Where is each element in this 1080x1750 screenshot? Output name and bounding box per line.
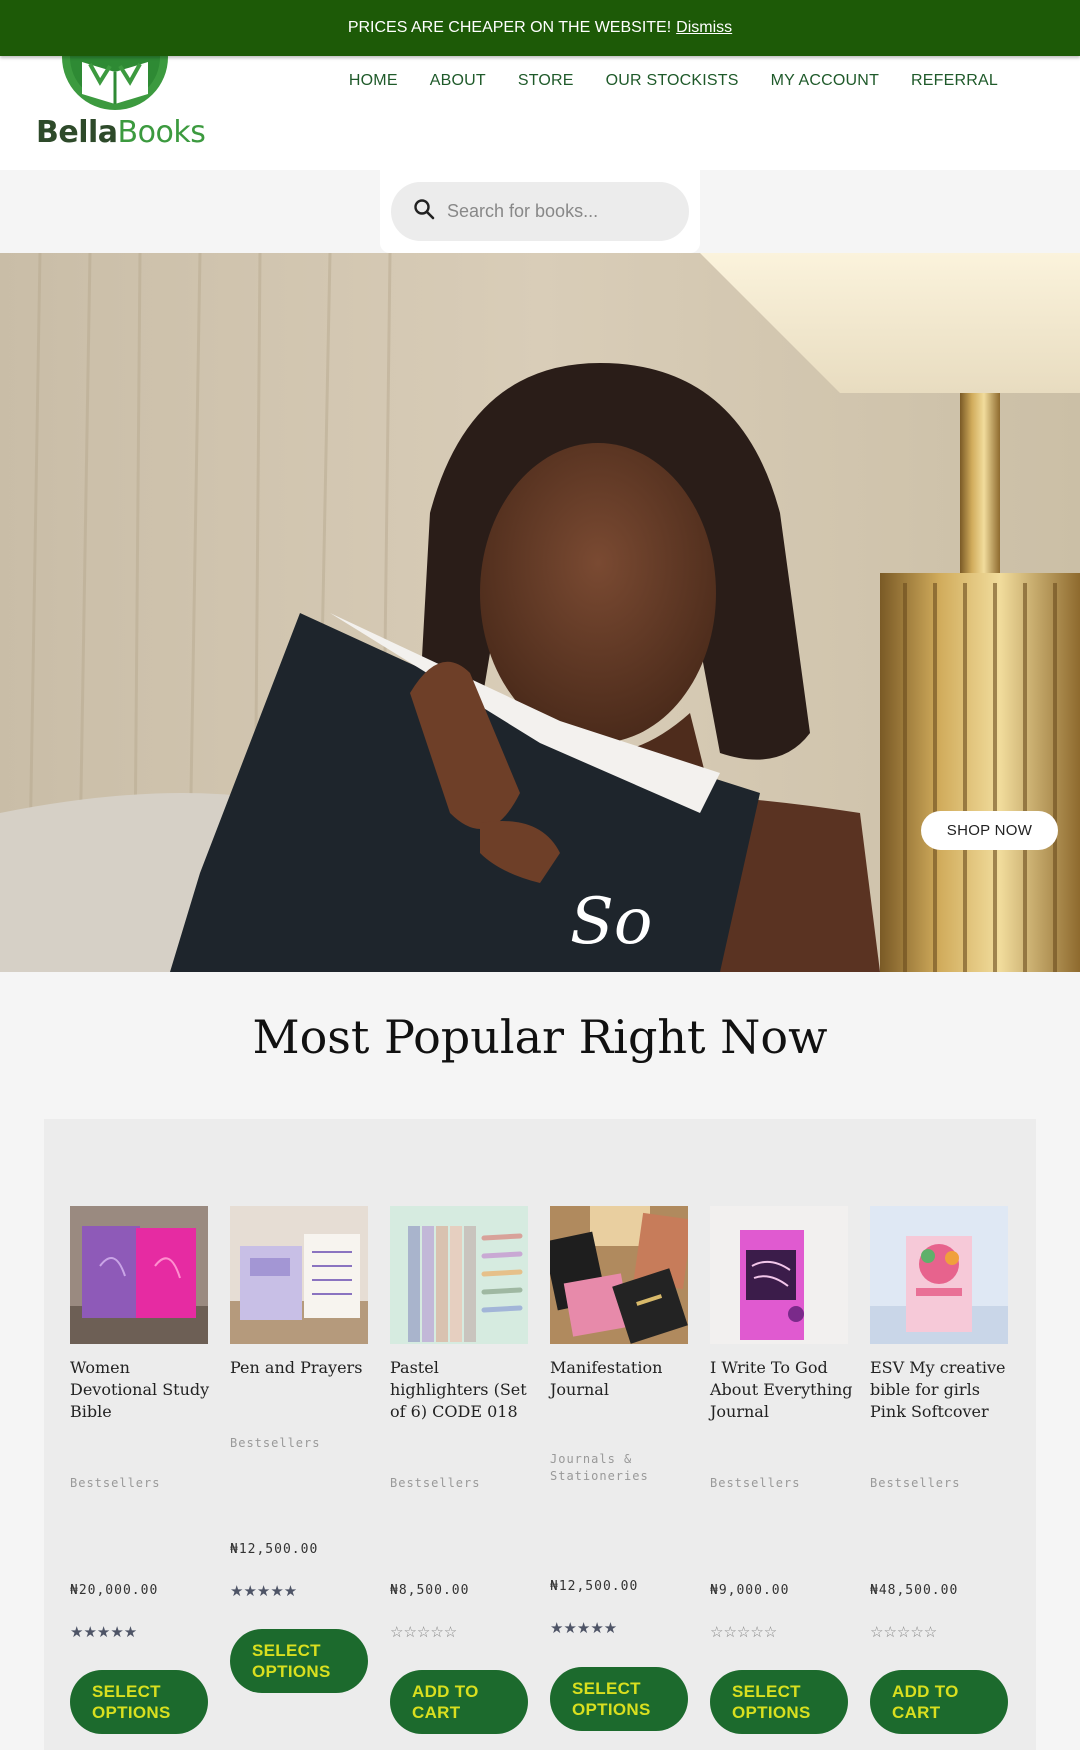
star-rating: ☆☆☆☆☆ (710, 1624, 778, 1641)
section-title: Most Popular Right Now (252, 1010, 828, 1064)
product-category[interactable]: Bestsellers (870, 1475, 1020, 1492)
product-name[interactable]: Pastel highlighters (Set of 6) CODE 018 (390, 1357, 540, 1423)
main-nav: HOME ABOUT STORE OUR STOCKISTS MY ACCOUN… (333, 72, 1014, 90)
nav-store[interactable]: STORE (502, 72, 590, 90)
add-to-cart-button[interactable]: ADD TO CART (390, 1670, 528, 1734)
brand-name-part2: Books (117, 115, 206, 150)
product-category[interactable]: Bestsellers (390, 1475, 540, 1492)
notice-bar: PRICES ARE CHEAPER ON THE WEBSITE! Dismi… (0, 0, 1080, 56)
search-container (380, 170, 700, 253)
site-logo[interactable]: BellaBooks (36, 42, 206, 162)
nav-referral[interactable]: REFERRAL (895, 72, 1014, 90)
product-name[interactable]: ESV My creative bible for girls Pink Sof… (870, 1357, 1020, 1423)
brand-name-part1: Bella (36, 115, 118, 150)
product-name[interactable]: Women Devotional Study Bible (70, 1357, 220, 1423)
product-name[interactable]: Manifestation Journal (550, 1357, 700, 1401)
site-header: BellaBooks HOME ABOUT STORE OUR STOCKIST… (0, 42, 1080, 170)
product-price: ₦12,500.00 (230, 1542, 319, 1557)
dismiss-link[interactable]: Dismiss (676, 19, 732, 37)
search-bar[interactable] (391, 182, 689, 241)
product-price: ₦20,000.00 (70, 1583, 159, 1598)
star-rating: ★★★★★ (70, 1624, 138, 1641)
product-name[interactable]: I Write To God About Everything Journal (710, 1357, 860, 1423)
product-card: Women Devotional Study Bible Bestsellers… (70, 1206, 209, 1734)
product-image[interactable] (870, 1206, 1008, 1344)
notice-text: PRICES ARE CHEAPER ON THE WEBSITE! (347, 19, 672, 36)
nav-home[interactable]: HOME (333, 72, 414, 90)
nav-my-account[interactable]: MY ACCOUNT (755, 72, 895, 90)
hero-book-text: So (570, 885, 652, 959)
hero-banner: So SHOP NOW (0, 253, 1080, 972)
product-image[interactable] (230, 1206, 368, 1344)
product-image[interactable] (390, 1206, 528, 1344)
product-image[interactable] (550, 1206, 688, 1344)
products-grid: Women Devotional Study Bible Bestsellers… (44, 1119, 1036, 1750)
star-rating: ★★★★★ (230, 1583, 298, 1600)
product-category[interactable]: Bestsellers (230, 1435, 380, 1452)
add-to-cart-button[interactable]: ADD TO CART (870, 1670, 1008, 1734)
product-category[interactable]: Journals & Stationeries (550, 1451, 700, 1485)
product-price: ₦48,500.00 (870, 1583, 959, 1598)
nav-about[interactable]: ABOUT (414, 72, 502, 90)
hero-image: So (0, 253, 1080, 972)
product-card: ESV My creative bible for girls Pink Sof… (870, 1206, 1008, 1734)
product-price: ₦9,000.00 (710, 1583, 790, 1598)
product-price: ₦8,500.00 (390, 1583, 470, 1598)
product-card: Pastel highlighters (Set of 6) CODE 018 … (390, 1206, 528, 1734)
product-category[interactable]: Bestsellers (70, 1475, 220, 1492)
select-options-button[interactable]: SELECT OPTIONS (230, 1629, 368, 1693)
star-rating: ★★★★★ (550, 1620, 618, 1637)
product-card: Manifestation Journal Journals & Station… (550, 1206, 688, 1731)
product-price: ₦12,500.00 (550, 1579, 639, 1594)
search-input[interactable] (447, 201, 667, 222)
search-section (0, 170, 1080, 253)
shop-now-button[interactable]: SHOP NOW (921, 811, 1058, 850)
product-card: I Write To God About Everything Journal … (710, 1206, 853, 1734)
star-rating: ☆☆☆☆☆ (390, 1624, 458, 1641)
select-options-button[interactable]: SELECT OPTIONS (550, 1667, 688, 1731)
brand-name: BellaBooks (36, 115, 206, 150)
product-card: Pen and Prayers Bestsellers ₦12,500.00 ★… (230, 1206, 368, 1693)
product-name[interactable]: Pen and Prayers (230, 1357, 380, 1379)
select-options-button[interactable]: SELECT OPTIONS (710, 1670, 848, 1734)
select-options-button[interactable]: SELECT OPTIONS (70, 1670, 208, 1734)
star-rating: ☆☆☆☆☆ (870, 1624, 938, 1641)
search-icon[interactable] (413, 198, 435, 225)
product-image[interactable] (70, 1206, 208, 1344)
product-category[interactable]: Bestsellers (710, 1475, 860, 1492)
product-image[interactable] (710, 1206, 848, 1344)
nav-our-stockists[interactable]: OUR STOCKISTS (590, 72, 755, 90)
